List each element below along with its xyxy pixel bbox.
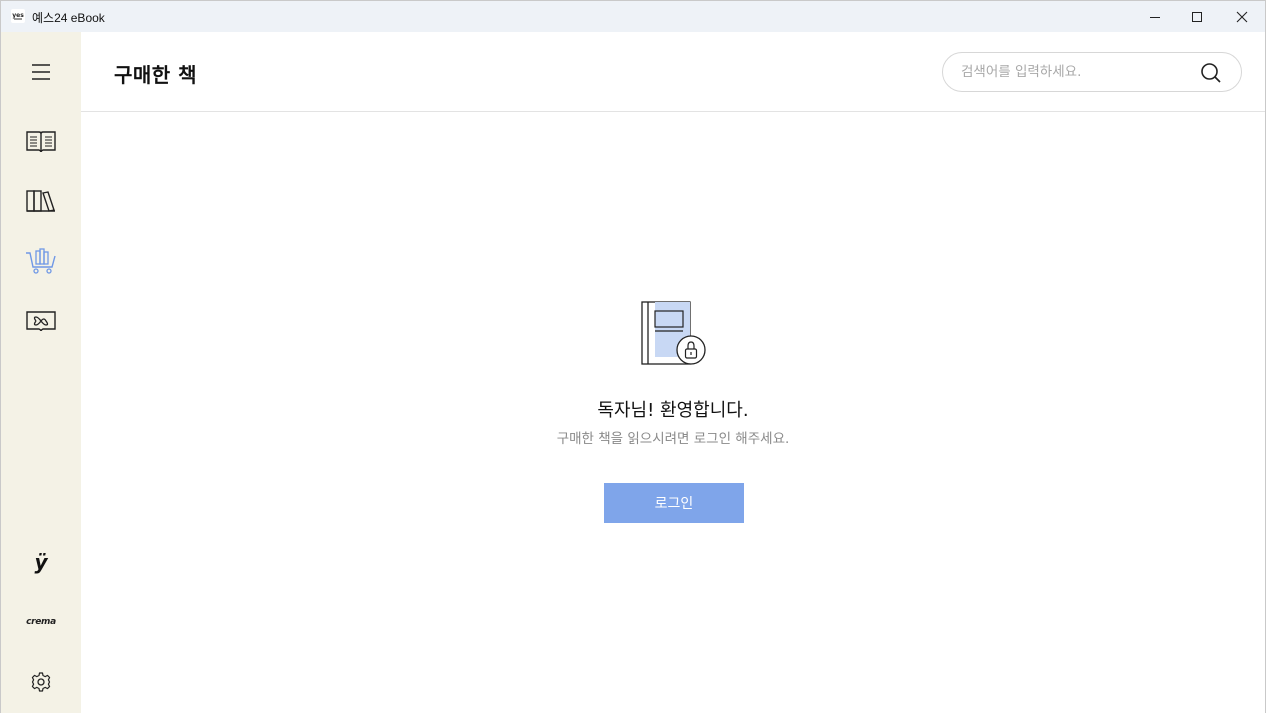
unlimited-book-icon xyxy=(26,311,56,332)
close-icon xyxy=(1236,11,1248,22)
search-icon[interactable] xyxy=(1199,61,1223,85)
search-input[interactable] xyxy=(961,53,1201,91)
window-title: 예스24 eBook xyxy=(32,11,105,25)
search-box[interactable] xyxy=(942,52,1242,92)
sidebar-menu-button[interactable] xyxy=(21,54,61,90)
locked-book-icon xyxy=(641,301,706,365)
sidebar-item-purchased[interactable] xyxy=(21,243,61,279)
login-button[interactable]: 로그인 xyxy=(604,483,744,523)
cart-books-icon xyxy=(26,248,56,274)
yes24-y-logo-icon: ÿ xyxy=(34,550,48,574)
sidebar: ÿ crema xyxy=(1,32,81,713)
close-button[interactable] xyxy=(1219,1,1265,32)
menu-icon xyxy=(32,64,50,80)
sidebar-item-unlimited[interactable] xyxy=(21,303,61,339)
page-title: 구매한 책 xyxy=(114,63,198,87)
open-book-icon xyxy=(26,131,56,153)
maximize-icon xyxy=(1192,11,1202,22)
bookshelf-icon xyxy=(26,190,55,212)
welcome-subtitle: 구매한 책을 읽으시려면 로그인 해주세요. xyxy=(556,431,790,447)
crema-logo-icon: crema xyxy=(26,617,56,627)
sidebar-item-reading[interactable] xyxy=(21,123,61,159)
sidebar-settings-button[interactable] xyxy=(21,664,61,700)
gear-icon xyxy=(31,672,51,692)
svg-text:yes: yes xyxy=(12,12,24,19)
title-bar[interactable]: yes 예스24 eBook xyxy=(1,1,1265,32)
minimize-button[interactable] xyxy=(1132,1,1178,32)
welcome-title: 독자님! 환영합니다. xyxy=(597,400,749,421)
maximize-button[interactable] xyxy=(1174,1,1220,32)
app-window: yes 예스24 eBook ÿ crema 구매한 책 검색어를 입력하세요.… xyxy=(0,0,1266,713)
yes24-logo-icon: yes xyxy=(11,9,25,23)
sidebar-yes24-button[interactable]: ÿ xyxy=(21,544,61,580)
sidebar-crema-button[interactable]: crema xyxy=(21,604,61,640)
minimize-icon xyxy=(1150,16,1160,18)
page-header: 구매한 책 xyxy=(81,32,1265,112)
sidebar-item-library[interactable] xyxy=(21,183,61,219)
main-content: 독자님! 환영합니다. 구매한 책을 읽으시려면 로그인 해주세요. 로그인 xyxy=(81,113,1265,713)
